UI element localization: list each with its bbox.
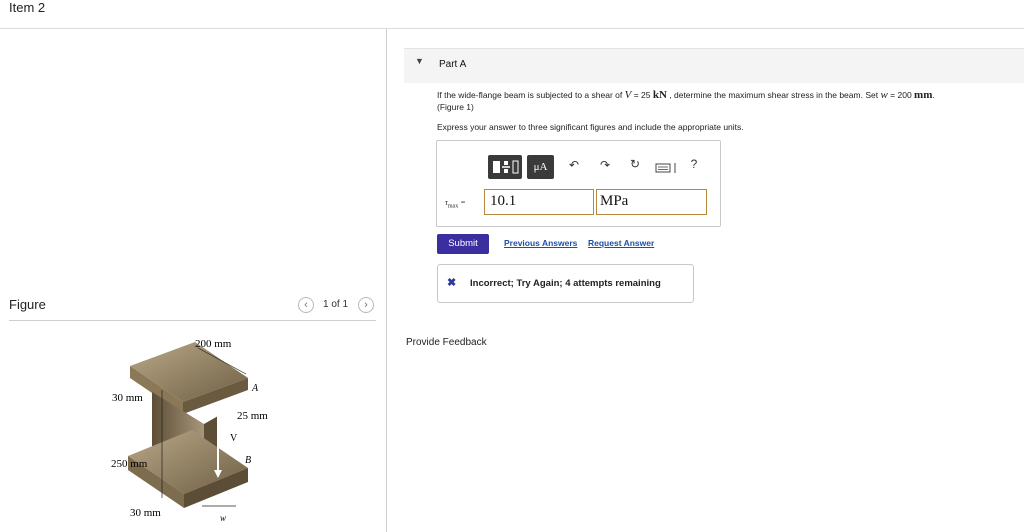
figure-header-divider (9, 320, 376, 321)
shear-label: V (230, 433, 238, 444)
redo-icon[interactable]: ↷ (597, 158, 613, 172)
figure-reference-link[interactable]: (Figure 1) (437, 102, 474, 112)
w-label: w (220, 513, 226, 523)
width-variable: w (880, 89, 888, 101)
point-a-label: A (251, 383, 259, 394)
problem-text-mid: , determine the maximum shear stress in … (666, 90, 881, 100)
shear-value: = 25 (631, 90, 653, 100)
problem-text-pre: If the wide-flange beam is subjected to … (437, 90, 625, 100)
panel-divider (386, 29, 387, 532)
previous-answers-link[interactable]: Previous Answers (504, 238, 577, 248)
request-answer-link[interactable]: Request Answer (588, 238, 654, 248)
incorrect-x-icon: ✖ (447, 277, 457, 289)
problem-statement: If the wide-flange beam is subjected to … (437, 89, 1022, 113)
header-divider (0, 28, 1024, 29)
keyboard-icon[interactable] (655, 161, 679, 173)
units-symbols-button[interactable]: μA (527, 155, 554, 179)
shear-unit: kN (652, 89, 667, 101)
answer-label: τmax = (445, 198, 466, 210)
problem-text-end: . (932, 90, 935, 100)
provide-feedback-link[interactable]: Provide Feedback (406, 337, 487, 348)
top-width-label: 200 mm (195, 338, 232, 350)
width-unit: mm (914, 89, 933, 101)
part-a-header[interactable] (404, 48, 1024, 83)
part-a-title: Part A (439, 59, 467, 70)
prev-figure-button[interactable]: ‹ (298, 297, 314, 313)
help-icon[interactable]: ? (687, 157, 701, 171)
equals-sign: = (458, 198, 466, 207)
item-title: Item 2 (9, 0, 46, 15)
answer-unit-input[interactable]: MPa (596, 189, 707, 215)
collapse-caret-icon[interactable]: ▼ (415, 56, 424, 66)
reset-icon[interactable]: ↻ (627, 157, 643, 171)
wide-flange-beam-figure: 200 mm 30 mm A 25 mm V 250 mm B 30 mm w (111, 338, 268, 523)
submit-button[interactable]: Submit (437, 234, 489, 254)
templates-icon (493, 160, 519, 174)
flange-thickness-label: 30 mm (112, 392, 143, 404)
feedback-message: Incorrect; Try Again; 4 attempts remaini… (470, 278, 661, 289)
figure-label: Figure (9, 297, 46, 312)
web-height-label: 250 mm (111, 458, 148, 470)
answer-instruction: Express your answer to three significant… (437, 122, 744, 132)
point-b-label: B (245, 455, 251, 466)
web-thickness-label: 25 mm (237, 410, 268, 422)
undo-icon[interactable]: ↶ (566, 158, 582, 172)
bottom-flange-label: 30 mm (130, 507, 161, 519)
tau-subscript: max (447, 203, 459, 210)
answer-value-input[interactable]: 10.1 (484, 189, 594, 215)
width-value: = 200 (887, 90, 915, 100)
figure-pagination: 1 of 1 (323, 299, 349, 310)
templates-button[interactable] (488, 155, 522, 179)
next-figure-button[interactable]: › (358, 297, 374, 313)
